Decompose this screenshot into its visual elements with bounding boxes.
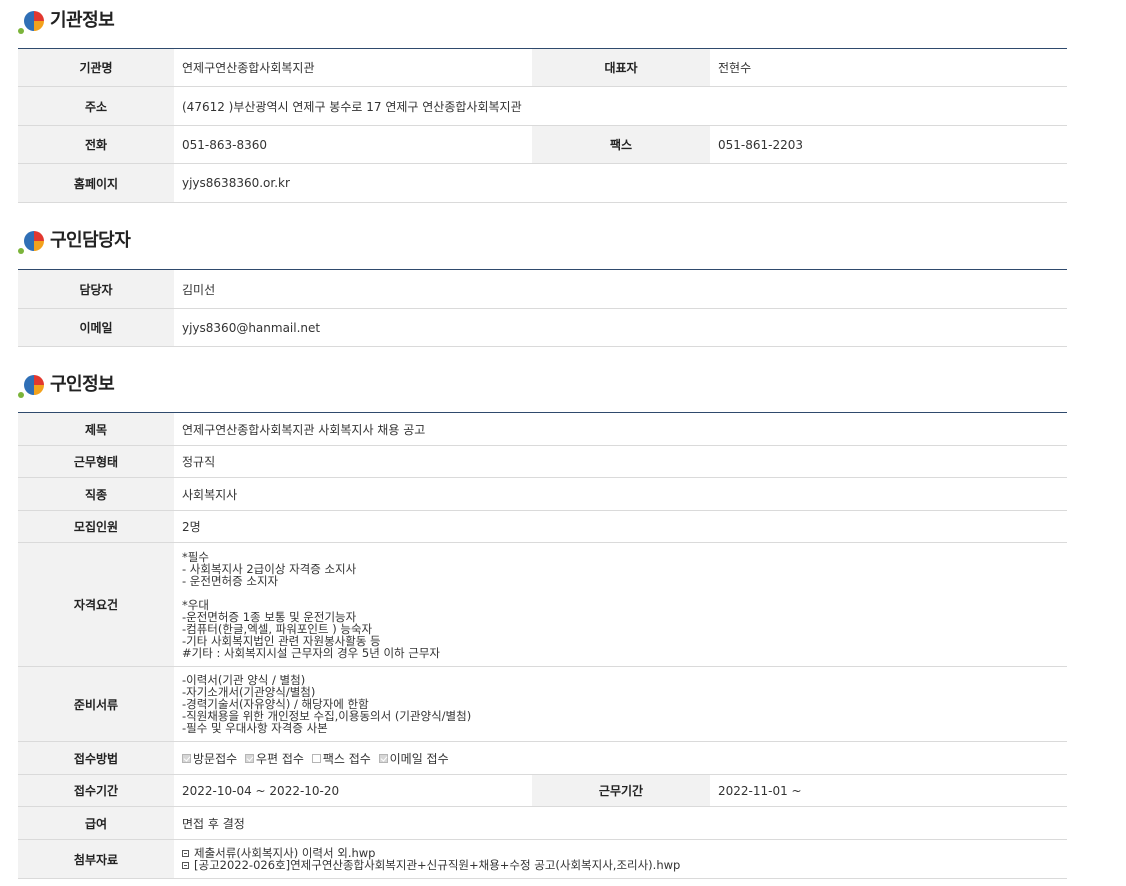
table-row: 첨부자료 제출서류(사회복지사) 이력서 외.hwp [공고2022-026호]… bbox=[18, 839, 1068, 879]
section-heading: 구인담당자 bbox=[50, 230, 131, 251]
org-info-table: 기관명 연제구연산종합사회복지관 대표자 전현수 주소 (47612 )부산광역… bbox=[18, 48, 1067, 203]
checkbox-checked-icon[interactable] bbox=[378, 753, 388, 763]
subject-label: 제목 bbox=[18, 412, 174, 446]
person-label: 담당자 bbox=[18, 269, 174, 309]
job-kind-label: 직종 bbox=[18, 477, 174, 511]
address-label: 주소 bbox=[18, 86, 174, 126]
table-row: 주소 (47612 )부산광역시 연제구 봉수로 17 연제구 연산종합사회복지… bbox=[18, 86, 1067, 126]
checkbox-checked-icon[interactable] bbox=[182, 753, 191, 763]
apply-period-value: 2022-10-04 ~ 2022-10-20 bbox=[174, 774, 532, 807]
documents-label: 준비서류 bbox=[18, 666, 174, 742]
method-visit[interactable]: 방문접수 bbox=[182, 750, 237, 767]
contact-table: 담당자 김미선 이메일 yjys8360@hanmail.net bbox=[18, 269, 1067, 347]
section-logo-icon bbox=[18, 224, 48, 254]
email-value: yjys8360@hanmail.net bbox=[174, 308, 1067, 347]
qualification-label: 자격요건 bbox=[18, 542, 174, 667]
phone-label: 전화 bbox=[18, 125, 174, 164]
work-period-value: 2022-11-01 ~ bbox=[710, 774, 1068, 807]
table-row: 급여 면접 후 결정 bbox=[18, 806, 1068, 840]
checkbox-unchecked-icon[interactable] bbox=[311, 753, 321, 763]
salary-value: 면접 후 결정 bbox=[174, 806, 1068, 840]
table-row: 제목 연제구연산종합사회복지관 사회복지사 채용 공고 bbox=[18, 412, 1068, 446]
org-name-value: 연제구연산종합사회복지관 bbox=[174, 48, 532, 87]
table-row: 홈페이지 yjys8638360.or.kr bbox=[18, 163, 1067, 203]
qualification-value: *필수 - 사회복지사 2급이상 자격증 소지사 - 운전면허증 소지자 *우대… bbox=[174, 542, 1068, 667]
salary-label: 급여 bbox=[18, 806, 174, 840]
org-name-label: 기관명 bbox=[18, 48, 174, 87]
fax-label: 팩스 bbox=[532, 125, 710, 164]
work-type-label: 근무형태 bbox=[18, 445, 174, 478]
homepage-label: 홈페이지 bbox=[18, 163, 174, 203]
person-value: 김미선 bbox=[174, 269, 1067, 309]
method-email[interactable]: 이메일 접수 bbox=[378, 750, 449, 767]
section-logo-icon bbox=[18, 368, 48, 398]
email-label: 이메일 bbox=[18, 308, 174, 347]
method-label: 접수방법 bbox=[18, 741, 174, 775]
phone-value: 051-863-8360 bbox=[174, 125, 532, 164]
table-row: 근무형태 정규직 bbox=[18, 445, 1068, 478]
table-row: 담당자 김미선 bbox=[18, 269, 1067, 309]
table-row: 이메일 yjys8360@hanmail.net bbox=[18, 308, 1067, 347]
file-icon bbox=[182, 849, 189, 857]
table-row: 모집인원 2명 bbox=[18, 510, 1068, 543]
method-mail[interactable]: 우편 접수 bbox=[245, 750, 304, 767]
table-row: 기관명 연제구연산종합사회복지관 대표자 전현수 bbox=[18, 48, 1067, 87]
work-type-value: 정규직 bbox=[174, 445, 1068, 478]
table-row: 접수방법 방문접수 우편 접수 팩스 접수 이메일 접수 bbox=[18, 741, 1068, 775]
file-icon bbox=[182, 861, 189, 869]
homepage-value: yjys8638360.or.kr bbox=[174, 163, 1067, 203]
table-row: 직종 사회복지사 bbox=[18, 477, 1068, 511]
section-logo-icon bbox=[18, 4, 48, 34]
headcount-label: 모집인원 bbox=[18, 510, 174, 543]
job-kind-value: 사회복지사 bbox=[174, 477, 1068, 511]
checkbox-checked-icon[interactable] bbox=[245, 753, 254, 763]
job-info-table: 제목 연제구연산종합사회복지관 사회복지사 채용 공고 근무형태 정규직 직종 … bbox=[18, 412, 1068, 879]
section-title-org: 기관정보 bbox=[18, 2, 115, 36]
section-title-job: 구인정보 bbox=[18, 366, 115, 400]
fax-value: 051-861-2203 bbox=[710, 125, 1067, 164]
section-heading: 구인정보 bbox=[50, 374, 115, 395]
table-row: 자격요건 *필수 - 사회복지사 2급이상 자격증 소지사 - 운전면허증 소지… bbox=[18, 542, 1068, 667]
rep-value: 전현수 bbox=[710, 48, 1067, 87]
table-row: 접수기간 2022-10-04 ~ 2022-10-20 근무기간 2022-1… bbox=[18, 774, 1068, 807]
attachments-list: 제출서류(사회복지사) 이력서 외.hwp [공고2022-026호]연제구연산… bbox=[174, 839, 1068, 879]
rep-label: 대표자 bbox=[532, 48, 710, 87]
documents-value: -이력서(기관 양식 / 별첨) -자기소개서(기관양식/별첨) -경력기술서(… bbox=[174, 666, 1068, 742]
table-row: 전화 051-863-8360 팩스 051-861-2203 bbox=[18, 125, 1067, 164]
attachment-link[interactable]: [공고2022-026호]연제구연산종합사회복지관+신규직원+채용+수정 공고(… bbox=[182, 859, 1059, 871]
work-period-label: 근무기간 bbox=[532, 774, 710, 807]
attachments-label: 첨부자료 bbox=[18, 839, 174, 879]
section-heading: 기관정보 bbox=[50, 10, 115, 31]
section-title-contact: 구인담당자 bbox=[18, 222, 131, 256]
table-row: 준비서류 -이력서(기관 양식 / 별첨) -자기소개서(기관양식/별첨) -경… bbox=[18, 666, 1068, 742]
headcount-value: 2명 bbox=[174, 510, 1068, 543]
method-options: 방문접수 우편 접수 팩스 접수 이메일 접수 bbox=[174, 741, 1068, 775]
method-fax[interactable]: 팩스 접수 bbox=[311, 750, 371, 767]
address-value: (47612 )부산광역시 연제구 봉수로 17 연제구 연산종합사회복지관 bbox=[174, 86, 1067, 126]
apply-period-label: 접수기간 bbox=[18, 774, 174, 807]
subject-value: 연제구연산종합사회복지관 사회복지사 채용 공고 bbox=[174, 412, 1068, 446]
